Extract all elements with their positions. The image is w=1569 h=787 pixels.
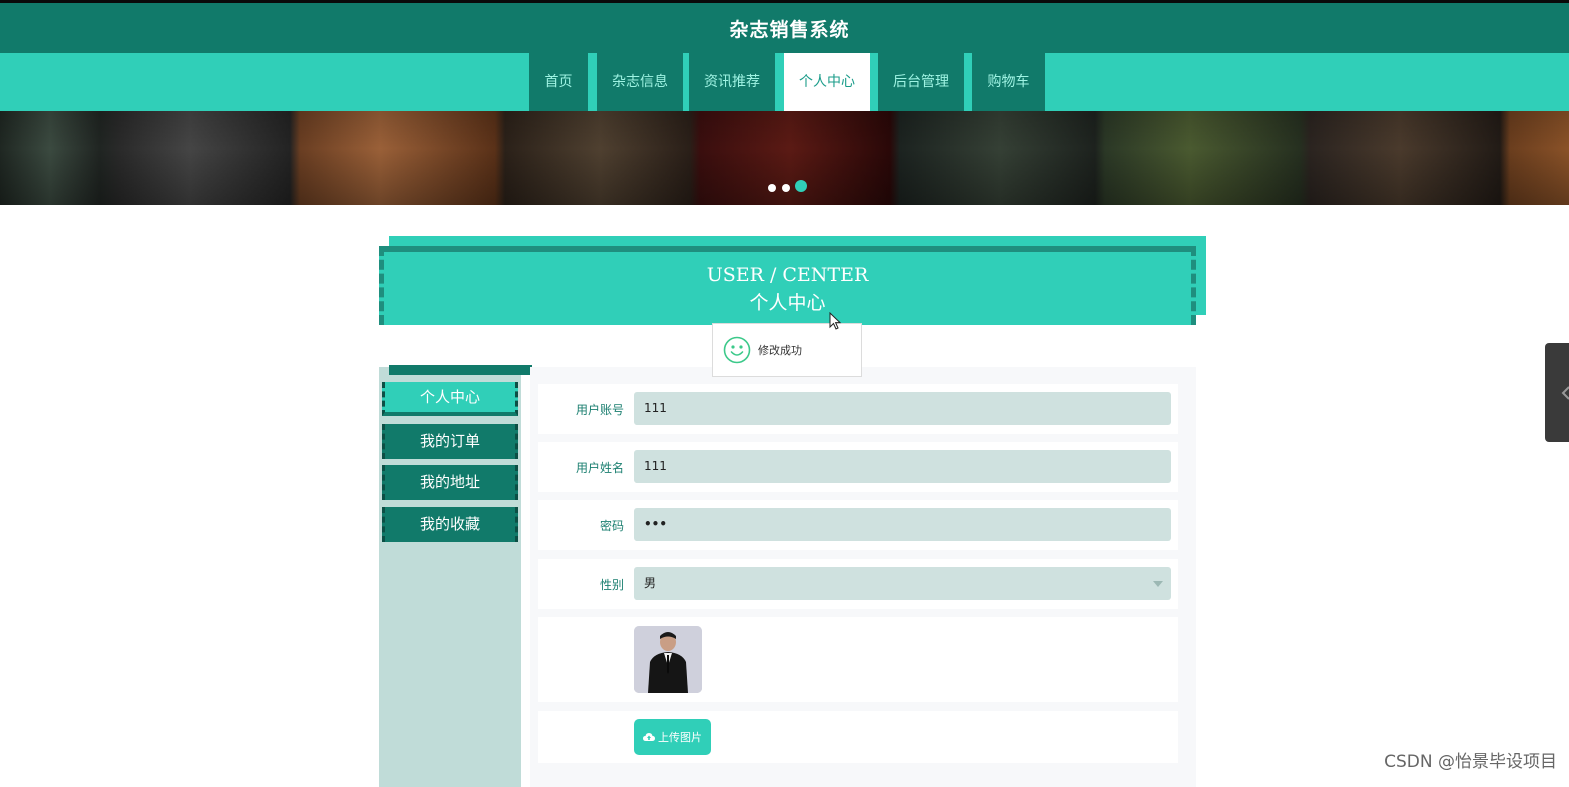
sidebar-item-orders[interactable]: 我的订单 — [382, 424, 518, 459]
sidebar-item-favorites[interactable]: 我的收藏 — [382, 507, 518, 542]
avatar-photo — [634, 626, 702, 693]
avatar — [634, 626, 702, 693]
sidebar-item-addresses[interactable]: 我的地址 — [382, 465, 518, 500]
nav-item-admin[interactable]: 后台管理 — [878, 53, 964, 111]
chevron-down-icon — [1153, 581, 1163, 587]
password-label: 密码 — [599, 519, 624, 533]
cloud-upload-icon — [643, 733, 655, 741]
chevron-left-icon — [1561, 386, 1569, 400]
gender-select[interactable]: 男 — [634, 567, 1171, 600]
banner-carousel[interactable] — [0, 111, 1569, 205]
section-header: USER / CENTER 个人中心 — [379, 246, 1196, 325]
carousel-dot[interactable] — [768, 184, 776, 192]
nav-item-user-center[interactable]: 个人中心 — [784, 53, 870, 111]
name-input[interactable]: 111 — [634, 450, 1171, 483]
section-title-en: USER / CENTER — [706, 264, 869, 286]
watermark: CSDN @怡景毕设项目 — [1384, 752, 1557, 772]
smile-icon — [723, 336, 751, 364]
gender-value: 男 — [644, 576, 657, 590]
toast-message: 修改成功 — [758, 344, 802, 357]
nav-item-cart[interactable]: 购物车 — [972, 53, 1045, 111]
form-row-account: 用户账号 111 — [538, 384, 1178, 434]
nav-item-news[interactable]: 资讯推荐 — [689, 53, 775, 111]
form-row-name: 用户姓名 111 — [538, 442, 1178, 492]
sidebar-item-user-center[interactable]: 个人中心 — [382, 382, 518, 416]
form-row-gender: 性别 男 — [538, 559, 1178, 609]
sidebar-top-bar — [389, 365, 532, 375]
top-header-bar: 杂志销售系统 — [0, 0, 1569, 53]
form-row-avatar — [538, 617, 1178, 702]
section-title-cn: 个人中心 — [749, 292, 826, 314]
account-label: 用户账号 — [575, 403, 624, 417]
password-input[interactable]: ••• — [634, 508, 1171, 541]
nav-item-home[interactable]: 首页 — [529, 53, 588, 111]
upload-button-label: 上传图片 — [658, 731, 702, 744]
account-input[interactable]: 111 — [634, 392, 1171, 425]
form-row-upload: 上传图片 — [538, 711, 1178, 763]
side-float-tab[interactable] — [1545, 343, 1569, 442]
carousel-dot-active[interactable] — [795, 180, 807, 192]
main-nav: 首页 杂志信息 资讯推荐 个人中心 后台管理 购物车 — [0, 53, 1569, 111]
app-title: 杂志销售系统 — [729, 18, 850, 41]
carousel-dot[interactable] — [782, 184, 790, 192]
nav-item-magazines[interactable]: 杂志信息 — [597, 53, 683, 111]
upload-image-button[interactable]: 上传图片 — [634, 719, 711, 755]
gender-label: 性别 — [599, 578, 624, 592]
mouse-cursor-icon — [829, 312, 842, 330]
name-label: 用户姓名 — [575, 461, 624, 475]
form-row-password: 密码 ••• — [538, 500, 1178, 550]
